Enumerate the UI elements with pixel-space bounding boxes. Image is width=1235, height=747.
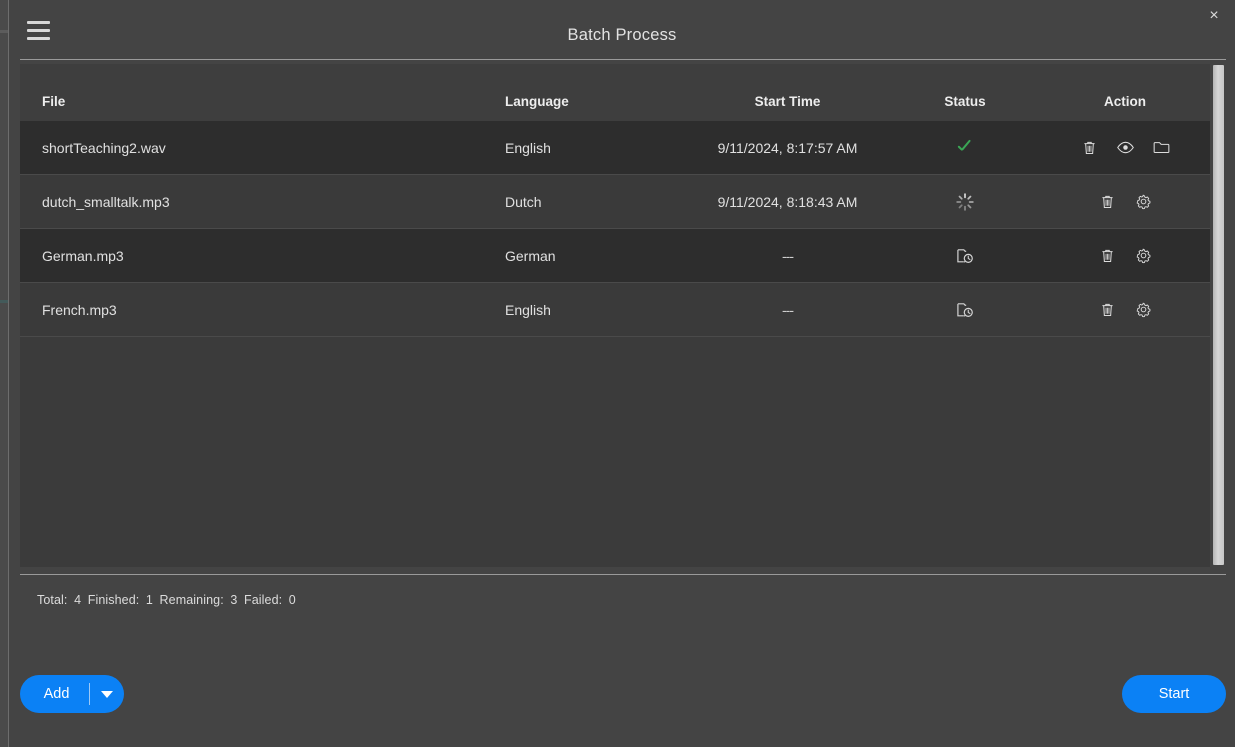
cell-file: French.mp3	[20, 282, 505, 337]
cell-start-time: ---	[685, 282, 890, 337]
title-bar: Batch Process ×	[9, 0, 1235, 60]
summary-total-value: 4	[74, 593, 82, 607]
pending-clock-icon	[957, 248, 973, 263]
table-row[interactable]: German.mp3 German ---	[20, 228, 1210, 283]
cell-status	[890, 282, 1040, 337]
gear-icon[interactable]	[1131, 244, 1155, 268]
background-window-content	[0, 0, 8, 747]
eye-icon[interactable]	[1113, 136, 1137, 160]
cell-file: shortTeaching2.wav	[20, 121, 505, 175]
delete-icon[interactable]	[1095, 244, 1119, 268]
add-dropdown-toggle[interactable]	[90, 690, 124, 698]
cell-action	[1040, 174, 1210, 229]
cell-action	[1040, 121, 1210, 175]
close-icon[interactable]: ×	[1201, 4, 1227, 28]
cell-file: dutch_smalltalk.mp3	[20, 174, 505, 229]
summary-remaining-label: Remaining:	[159, 593, 224, 607]
cell-file: German.mp3	[20, 228, 505, 283]
add-button[interactable]: Add	[20, 675, 124, 713]
delete-icon[interactable]	[1077, 136, 1101, 160]
folder-icon[interactable]	[1149, 136, 1173, 160]
batch-table: File Language Start Time Status Action s…	[20, 81, 1210, 337]
table-body: shortTeaching2.wav English 9/11/2024, 8:…	[20, 121, 1210, 337]
cell-start-time: 9/11/2024, 8:18:43 AM	[685, 174, 890, 229]
table-top-spacer	[20, 64, 1210, 81]
button-row: Add Start	[9, 675, 1235, 713]
title-separator	[20, 59, 1226, 60]
table-row[interactable]: dutch_smalltalk.mp3 Dutch 9/11/2024, 8:1…	[20, 174, 1210, 229]
column-header-start-time: Start Time	[685, 81, 890, 121]
gear-icon[interactable]	[1131, 190, 1155, 214]
summary-failed-label: Failed:	[244, 593, 283, 607]
table-scroll-area: File Language Start Time Status Action s…	[20, 64, 1210, 567]
delete-icon[interactable]	[1095, 190, 1119, 214]
cell-action	[1040, 228, 1210, 283]
cell-status	[890, 228, 1040, 283]
hamburger-bar	[26, 20, 50, 24]
summary-finished-value: 1	[145, 593, 153, 607]
table-scrollbar[interactable]	[1211, 64, 1226, 567]
batch-table-region: File Language Start Time Status Action s…	[20, 64, 1226, 567]
add-button-label: Add	[43, 686, 70, 702]
column-header-action: Action	[1040, 81, 1210, 121]
start-button[interactable]: Start	[1122, 675, 1226, 713]
summary-finished-label: Finished:	[87, 593, 140, 607]
scrollbar-thumb[interactable]	[1213, 65, 1224, 565]
summary-failed-value: 0	[288, 593, 296, 607]
cell-start-time: ---	[685, 228, 890, 283]
cell-status	[890, 174, 1040, 229]
spinner-icon	[956, 192, 974, 211]
column-header-status: Status	[890, 81, 1040, 121]
check-icon	[956, 137, 974, 155]
table-row[interactable]: shortTeaching2.wav English 9/11/2024, 8:…	[20, 121, 1210, 175]
cell-start-time: 9/11/2024, 8:17:57 AM	[685, 121, 890, 175]
footer-separator	[20, 574, 1226, 575]
cell-status	[890, 121, 1040, 175]
table-header: File Language Start Time Status Action	[20, 81, 1210, 121]
summary-total-label: Total:	[37, 593, 68, 607]
delete-icon[interactable]	[1095, 298, 1119, 322]
column-header-file: File	[20, 81, 505, 121]
status-summary: Total: 4 Finished: 1 Remaining: 3 Failed…	[37, 593, 299, 607]
summary-remaining-value: 3	[230, 593, 238, 607]
gear-icon[interactable]	[1131, 298, 1155, 322]
batch-process-window: Batch Process × File Language Start Time…	[9, 0, 1235, 747]
table-row[interactable]: French.mp3 English ---	[20, 282, 1210, 337]
window-title: Batch Process	[567, 26, 677, 44]
cell-language: English	[505, 121, 685, 175]
pending-clock-icon	[957, 302, 973, 317]
column-header-language: Language	[505, 81, 685, 121]
chevron-down-icon	[101, 690, 113, 698]
cell-language: German	[505, 228, 685, 283]
table-header-row: File Language Start Time Status Action	[20, 81, 1210, 121]
cell-language: English	[505, 282, 685, 337]
cell-language: Dutch	[505, 174, 685, 229]
cell-action	[1040, 282, 1210, 337]
background-window-sliver	[0, 0, 9, 747]
